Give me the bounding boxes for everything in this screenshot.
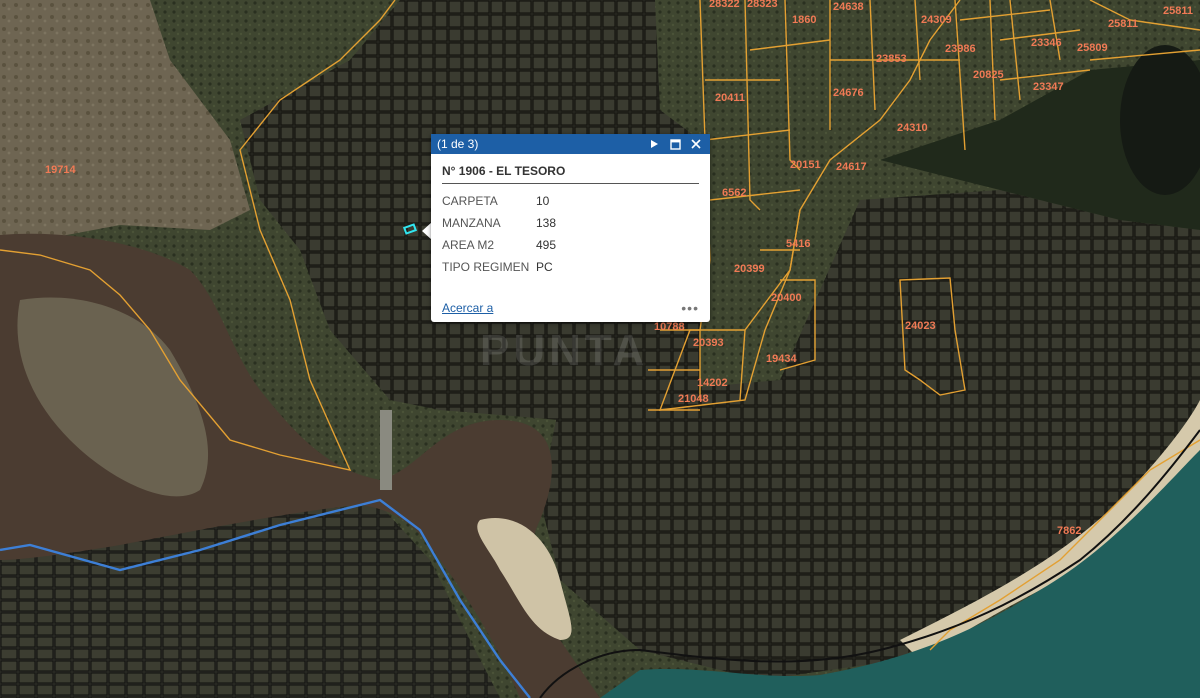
parcel-label: 24617 [836,161,867,173]
parcel-label: 28322 [709,0,740,10]
feature-popup: (1 de 3) N° 1906 - EL TESORO CARPETA 10 … [431,134,710,322]
play-icon [651,140,658,148]
parcel-label: 19714 [45,164,76,176]
close-icon [691,139,701,149]
attribute-key: AREA M2 [442,238,495,252]
attribute-table: CARPETA 10 MANZANA 138 AREA M2 495 TIPO … [442,190,556,278]
popup-footer: Acercar a ••• [442,300,699,316]
parcel-label: 7862 [1057,525,1081,537]
parcel-label: 24638 [833,1,864,13]
attribute-key: TIPO REGIMEN [442,260,530,274]
parcel-label: 10788 [654,321,685,333]
parcel-label: 14202 [697,377,728,389]
attribute-value: PC [536,260,553,274]
attribute-row: AREA M2 495 [442,234,556,256]
close-button[interactable] [688,136,704,152]
popup-counter: (1 de 3) [437,137,479,151]
attribute-value: 495 [536,238,557,252]
zoom-to-link[interactable]: Acercar a [442,301,493,315]
bridge [380,410,392,490]
parcel-label: 24676 [833,87,864,99]
parcel-label: 21048 [678,393,709,405]
satellite-map[interactable]: 28322 28323 1860 24638 24309 25811 25811… [0,0,1200,698]
parcel-label: 6562 [722,187,746,199]
attribute-key: MANZANA [442,216,501,230]
attribute-value: 10 [536,194,550,208]
maximize-icon [669,138,681,150]
parcel-label: 25809 [1077,42,1108,54]
watermark: PUNTA [480,326,648,375]
popup-title: N° 1906 - EL TESORO [442,164,699,184]
parcel-label: 24023 [905,320,936,332]
attribute-row: MANZANA 138 [442,212,556,234]
attribute-value: 138 [536,216,557,230]
parcel-label: 23346 [1031,37,1062,49]
parcel-label: 25811 [1163,5,1193,17]
parcel-label: 23347 [1033,81,1064,93]
parcel-label: 23853 [876,53,907,65]
attribute-row: TIPO REGIMEN PC [442,256,556,278]
attribute-row: CARPETA 10 [442,190,556,212]
parcel-label: 20825 [973,69,1004,81]
parcel-label: 24309 [921,14,952,26]
maximize-button[interactable] [667,136,683,152]
parcel-label: 20411 [715,92,745,104]
parcel-label: 1860 [792,14,816,26]
parcel-label: 20151 [790,159,821,171]
more-options-icon[interactable]: ••• [681,300,699,316]
parcel-label: 28323 [747,0,778,10]
popup-header: (1 de 3) [431,134,710,154]
parcel-label: 24310 [897,122,928,134]
next-feature-button[interactable] [646,136,662,152]
parcel-label: 19434 [766,353,797,365]
parcel-label: 20393 [693,337,724,349]
parcel-label: 20400 [771,292,802,304]
parcel-label: 5416 [786,238,810,250]
parcel-label: 23986 [945,43,976,55]
parcel-label: 25811 [1108,18,1138,30]
parcel-label: 20399 [734,263,765,275]
attribute-key: CARPETA [442,194,498,208]
